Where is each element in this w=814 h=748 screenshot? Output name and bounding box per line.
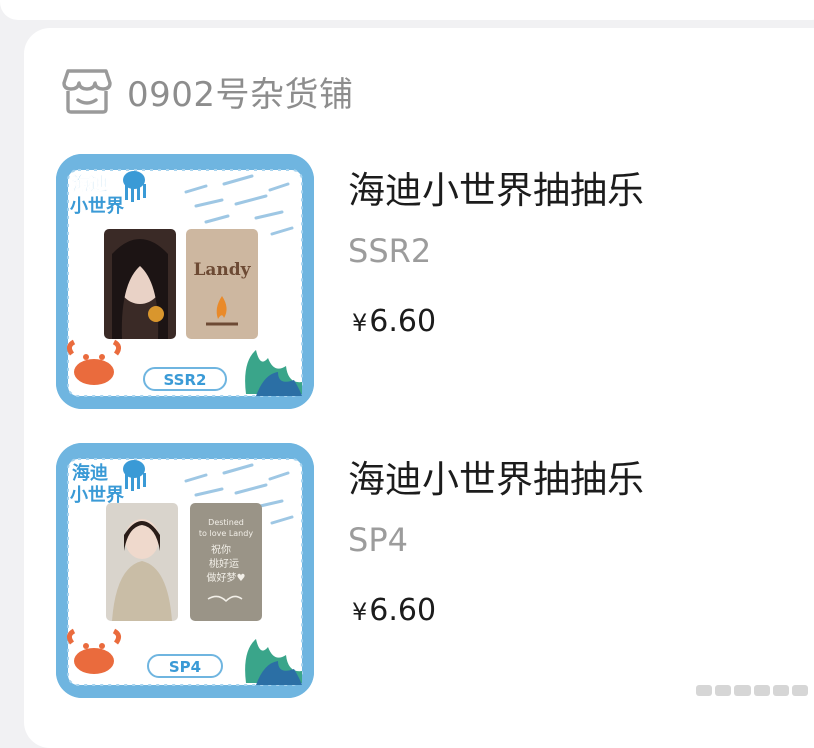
product-thumbnail[interactable]: 海迪 小世界 Destined to love Landy 祝你 桃好运 做好梦… [56,443,314,698]
product-title[interactable]: 海迪小世界抽抽乐 [348,449,644,503]
store-icon [62,69,112,114]
price-value: 6.60 [369,593,437,628]
svg-text:小世界: 小世界 [70,196,124,217]
watermark [696,683,809,697]
product-title[interactable]: 海迪小世界抽抽乐 [348,160,644,214]
shop-name: 0902号杂货铺 [127,74,354,115]
card-line: 做好梦♥ [207,571,246,584]
product-price: ¥6.60 [352,304,436,339]
product-item[interactable]: 海迪 小世界 Landy SSR2 海迪小世界抽抽乐 SSR2 ¥6.60 [56,154,756,414]
currency-symbol: ¥ [352,598,368,626]
card-line: 桃好运 [209,557,239,570]
card-line: 祝你 [211,543,231,556]
card-title-text: Landy [193,260,251,280]
card-line: to love Landy [199,529,253,538]
previous-card-edge [0,0,814,20]
currency-symbol: ¥ [352,309,368,337]
product-item[interactable]: 海迪 小世界 Destined to love Landy 祝你 桃好运 做好梦… [56,443,756,703]
card-line: Destined [208,518,244,527]
shop-header[interactable]: 0902号杂货铺 [62,66,354,116]
product-price: ¥6.60 [352,593,436,628]
rarity-tag: SP4 [169,658,201,676]
product-variant: SP4 [348,521,408,559]
price-value: 6.60 [369,304,437,339]
product-thumbnail[interactable]: 海迪 小世界 Landy SSR2 [56,154,314,409]
svg-text:海迪: 海迪 [72,462,108,484]
svg-text:海迪: 海迪 [72,173,108,195]
svg-text:小世界: 小世界 [70,485,124,506]
rarity-tag: SSR2 [164,371,207,389]
product-variant: SSR2 [348,232,432,270]
